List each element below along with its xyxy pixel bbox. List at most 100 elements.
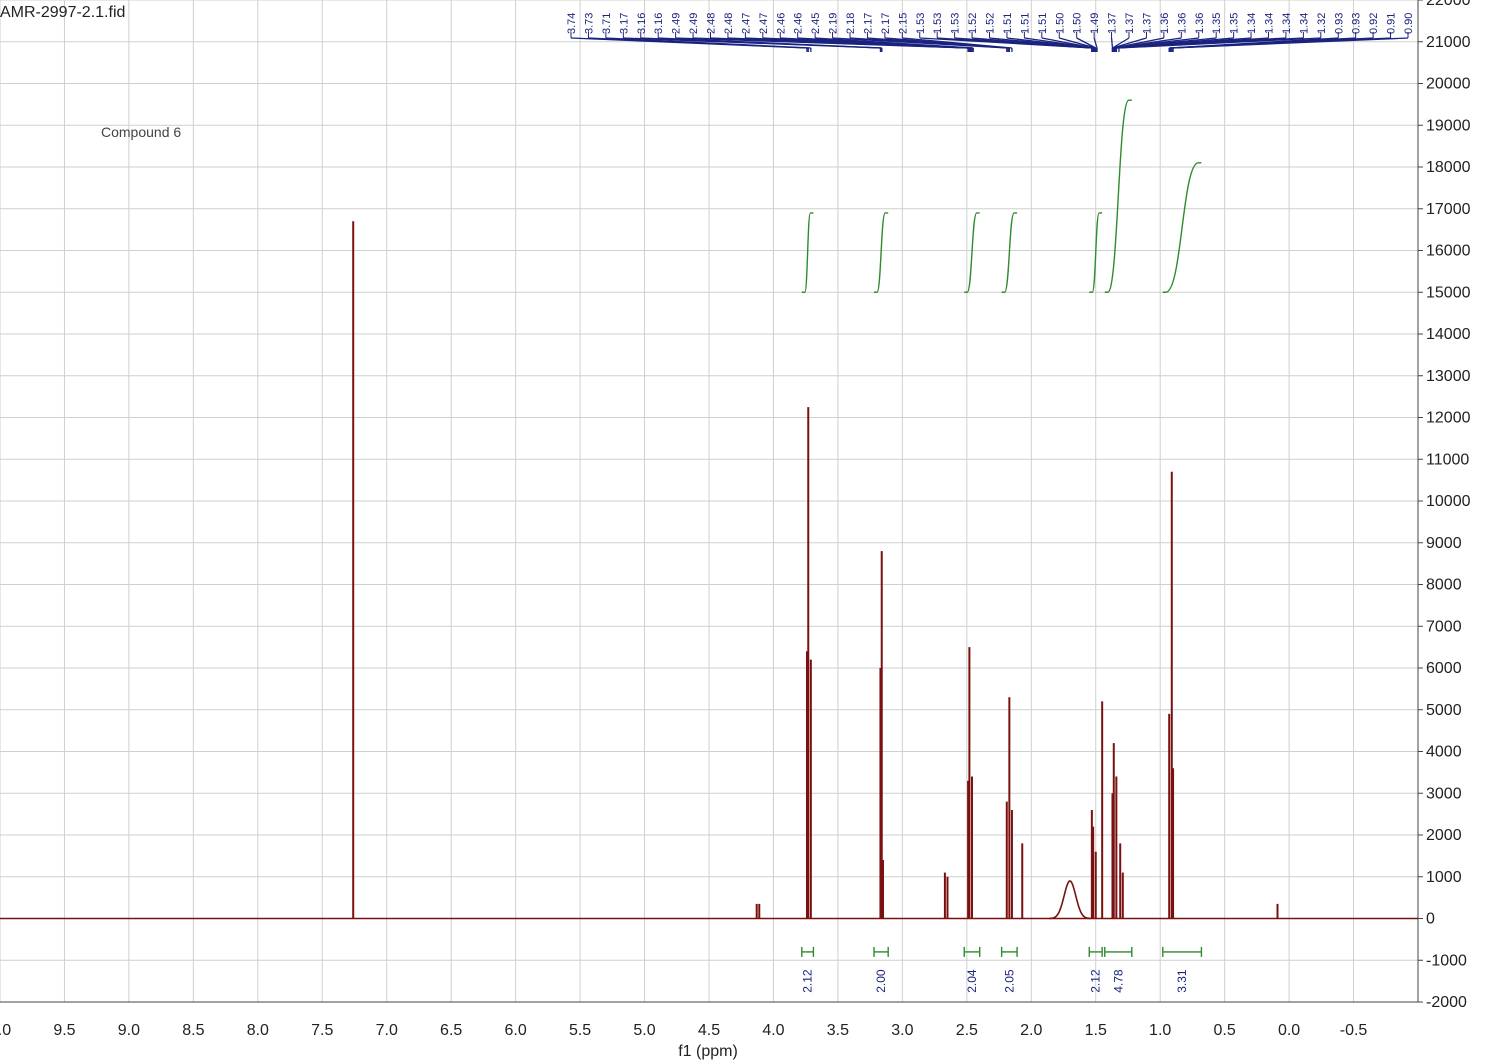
peak-shift-label: 1.35 <box>1229 13 1241 34</box>
peak-shift-label: 3.16 <box>636 13 648 34</box>
y-tick-label: 8000 <box>1426 577 1462 594</box>
x-tick-label: 7.5 <box>311 1022 333 1039</box>
x-tick-label: 8.5 <box>182 1022 204 1039</box>
peak-shift-label: 2.48 <box>706 13 718 34</box>
compound-label: Compound 6 <box>101 124 181 140</box>
peak-shift-label: 2.49 <box>688 13 700 34</box>
file-title: AMR-2997-2.1.fid <box>0 4 125 21</box>
y-tick-label: 7000 <box>1426 618 1462 635</box>
integral-label: 2.12 <box>1089 969 1103 993</box>
y-tick-label: 3000 <box>1426 785 1462 802</box>
peak-label-leader <box>1110 37 1114 49</box>
peak-shift-label: 2.46 <box>775 13 787 34</box>
peak-shift-label: 1.36 <box>1159 13 1171 34</box>
y-tick-label: -1000 <box>1426 952 1467 969</box>
integral-label: 2.00 <box>874 969 888 993</box>
integral-label: 4.78 <box>1111 969 1125 993</box>
x-tick-label: 4.5 <box>698 1022 720 1039</box>
peak-shift-label: 1.50 <box>1072 13 1084 34</box>
integral-label-group: 2.12 2.00 2.04 2.05 2.12 4.78 3.31 <box>801 969 1189 993</box>
x-axis-label: f1 (ppm) <box>678 1043 738 1060</box>
peak-shift-label: 2.17 <box>880 13 892 34</box>
y-tick-label: 10000 <box>1426 493 1471 510</box>
peak-shift-label: 2.18 <box>845 13 857 34</box>
peak-shift-label: 3.71 <box>601 13 613 34</box>
x-tick-label: 2.5 <box>956 1022 978 1039</box>
x-tick-label: 9.0 <box>118 1022 140 1039</box>
y-tick-label: 18000 <box>1426 159 1471 176</box>
integral-label: 2.12 <box>801 969 815 993</box>
y-tick-label: 5000 <box>1426 702 1462 719</box>
integral-curve <box>874 212 889 293</box>
peak-shift-label: 0.93 <box>1351 13 1363 34</box>
y-tick-label: 11000 <box>1426 451 1469 468</box>
y-tick-label: 17000 <box>1426 201 1471 218</box>
peak-shift-label: 1.51 <box>1002 13 1014 34</box>
peak-shift-label: 1.34 <box>1298 13 1310 34</box>
y-tick-label: 16000 <box>1426 243 1471 260</box>
y-tick-label: -2000 <box>1426 994 1467 1011</box>
peak-shift-label: 1.36 <box>1194 13 1206 34</box>
peak-shift-label: 1.51 <box>1037 13 1049 34</box>
x-tick-label: 8.0 <box>247 1022 269 1039</box>
peak-shift-label: 0.93 <box>1333 13 1345 34</box>
peak-shift-label: 1.51 <box>1019 13 1031 34</box>
peak-shift-label: 1.34 <box>1281 13 1293 34</box>
grid <box>0 0 1418 1003</box>
peak-shift-label: 3.74 <box>566 13 578 34</box>
integral-curve <box>1162 162 1202 293</box>
peak-shift-label: 1.35 <box>1211 13 1223 34</box>
peak-shift-label: 1.32 <box>1316 13 1328 34</box>
y-tick-label: 20000 <box>1426 76 1471 93</box>
peak-shift-label: 2.45 <box>810 13 822 34</box>
y-tick-label: 2000 <box>1426 827 1462 844</box>
nmr-spectrum-chart: 0.0 9.5 9.0 8.5 8.0 7.5 7.0 6.5 6.0 5.5 5.0 4.5 4.0 3… <box>0 0 1471 1060</box>
peak-shift-label: 1.37 <box>1107 13 1119 34</box>
peak-shift-label: 2.48 <box>723 13 735 34</box>
y-tick-label: 1000 <box>1426 869 1462 886</box>
y-tick-label: 0 <box>1426 911 1435 928</box>
peak-shift-label: 1.37 <box>1124 13 1136 34</box>
integral-curve <box>1104 99 1132 293</box>
peak-shift-label: 1.34 <box>1264 13 1276 34</box>
peak-shift-label: 1.52 <box>967 13 979 34</box>
y-tick-label: 9000 <box>1426 535 1462 552</box>
peak-shift-label: 0.90 <box>1403 13 1415 34</box>
x-tick-label: 2.0 <box>1020 1022 1042 1039</box>
x-tick-label: 6.0 <box>505 1022 527 1039</box>
peak-shift-label: 1.34 <box>1246 13 1258 34</box>
x-tick-label: 7.0 <box>376 1022 398 1039</box>
peak-shift-label: 1.53 <box>950 13 962 34</box>
peak-shift-label: 2.17 <box>862 13 874 34</box>
integral-curves <box>801 99 1203 957</box>
peak-shift-label: 1.50 <box>1054 13 1066 34</box>
integral-label: 2.05 <box>1002 969 1016 993</box>
peak-shift-label: 1.37 <box>1141 13 1153 34</box>
peak-shift-label: 1.52 <box>985 13 997 34</box>
peak-shift-label: 1.36 <box>1176 13 1188 34</box>
x-tick-label: 4.0 <box>762 1022 784 1039</box>
integral-curve <box>1001 212 1018 293</box>
peak-shift-label: 0.92 <box>1368 13 1380 34</box>
y-tick-label: 6000 <box>1426 660 1462 677</box>
integral-curve <box>801 212 814 293</box>
y-tick-label: 19000 <box>1426 117 1471 134</box>
axes: 0.0 9.5 9.0 8.5 8.0 7.5 7.0 6.5 6.0 5.5 5.0 4.5 4.0 3… <box>0 0 1471 1039</box>
peak-shift-label: 2.19 <box>828 13 840 34</box>
x-tick-label: 5.0 <box>633 1022 655 1039</box>
integral-label: 2.04 <box>965 969 979 993</box>
y-tick-label: 12000 <box>1426 410 1471 427</box>
peak-shift-label: 3.16 <box>653 13 665 34</box>
y-tick-label: 14000 <box>1426 326 1471 343</box>
x-tick-label: 1.5 <box>1085 1022 1107 1039</box>
peak-shift-label: 3.17 <box>618 13 630 34</box>
integral-label: 3.31 <box>1175 969 1189 993</box>
x-tick-label: 0.5 <box>1214 1022 1236 1039</box>
peak-shift-label: 2.47 <box>758 13 770 34</box>
y-tick-label: 21000 <box>1426 34 1471 51</box>
spectrum-broad-peak <box>1049 880 1091 920</box>
x-tick-label: 6.5 <box>440 1022 462 1039</box>
peak-label-group: 3.74 3.73 3.71 3.17 3.16 3.16 2.49 2.49 2.48 2.48… <box>566 13 1415 52</box>
x-tick-label: 1.0 <box>1149 1022 1171 1039</box>
y-tick-label: 13000 <box>1426 368 1471 385</box>
